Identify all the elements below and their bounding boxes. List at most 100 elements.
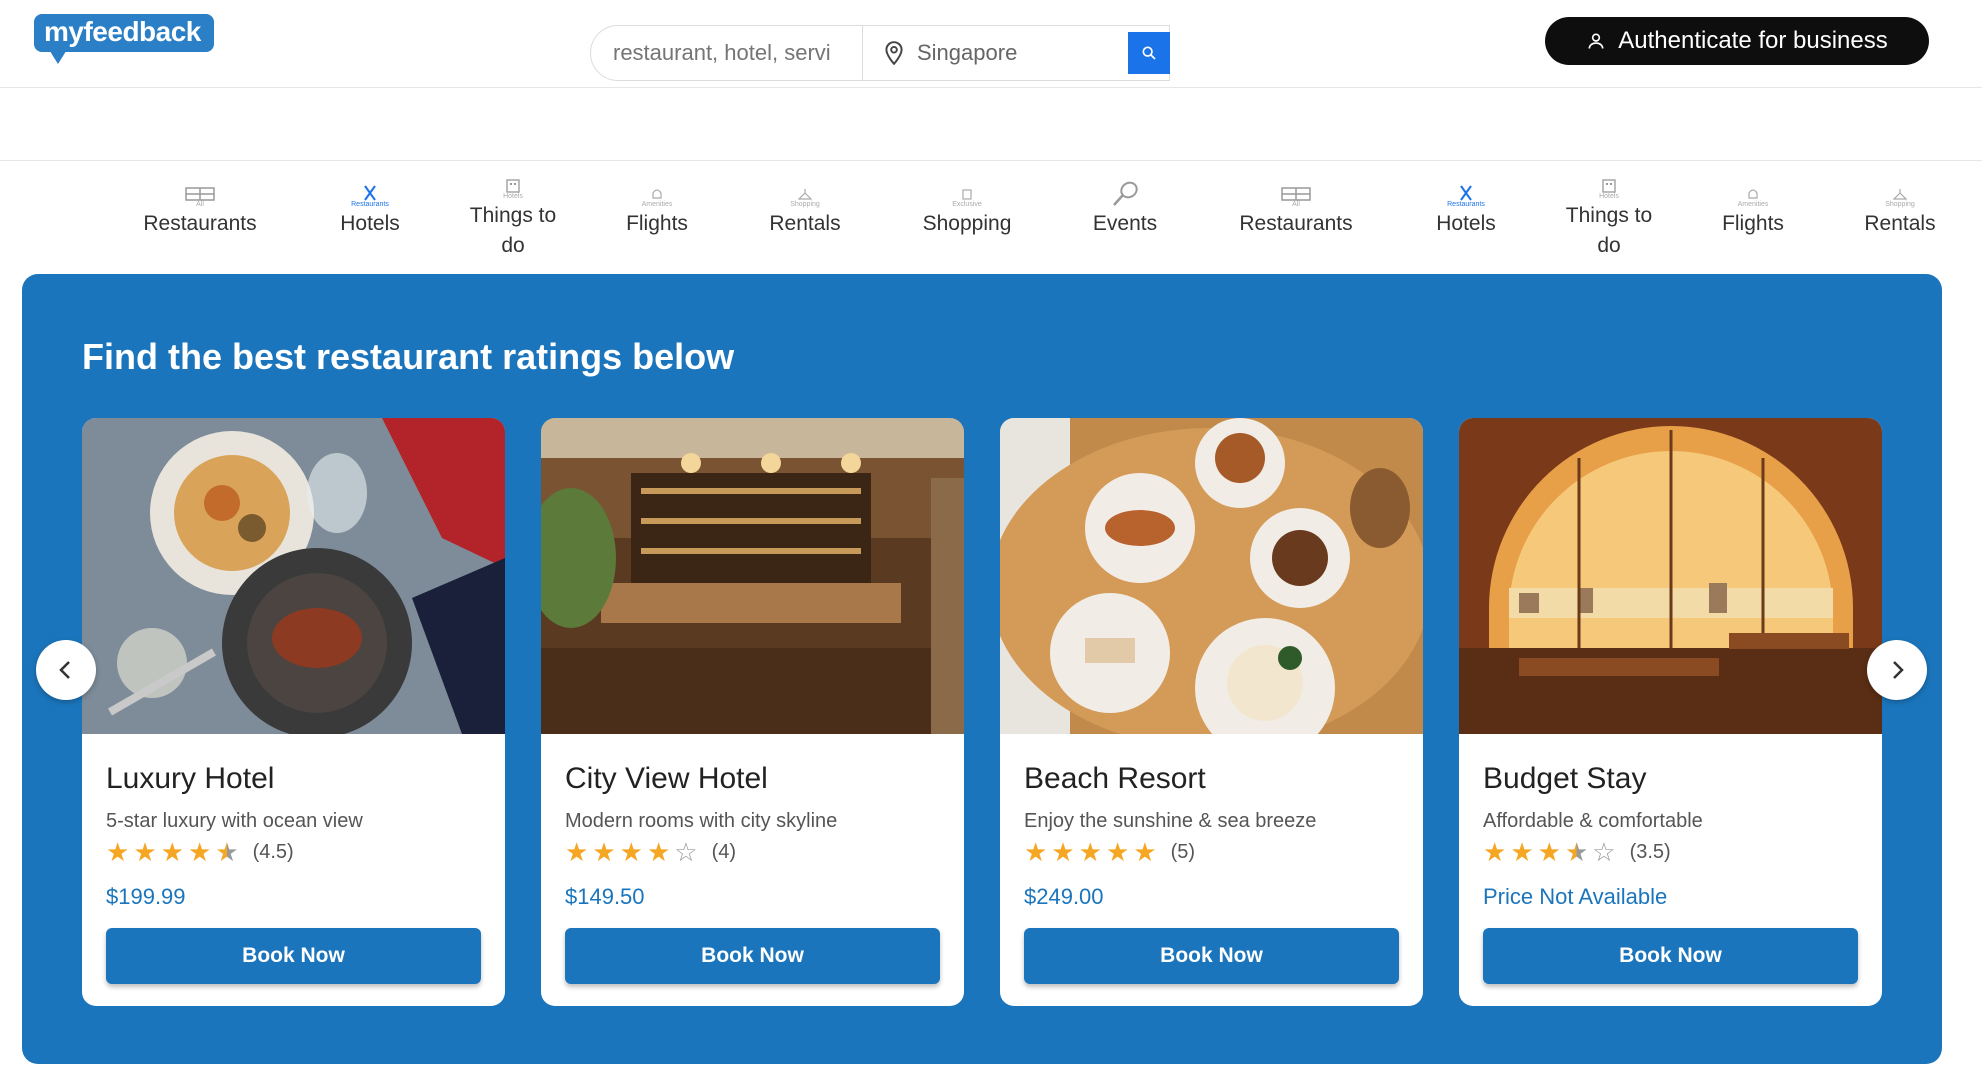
category-tiny-label: Exclusive: [952, 201, 982, 208]
category-tiny-label: All: [196, 201, 204, 208]
rating: ★ ★ ★ ★ ☆ (3.5): [1483, 839, 1671, 865]
bell-icon: [652, 189, 662, 199]
star-full-icon: ★: [106, 837, 130, 867]
category-hotels-2[interactable]: Restaurants Hotels: [1391, 179, 1541, 239]
star-full-icon: ★: [1078, 837, 1102, 867]
utensils-icon: [364, 185, 376, 201]
category-label: Restaurants: [1239, 212, 1353, 235]
listing-name: City View Hotel: [565, 762, 768, 795]
listing-card[interactable]: Luxury Hotel 5-star luxury with ocean vi…: [82, 418, 505, 1006]
rating: ★ ★ ★ ★ ☆ (4): [565, 839, 736, 865]
category-events[interactable]: Events: [1050, 179, 1200, 239]
category-tiny-label: Amenities: [1737, 201, 1769, 208]
category-tiny-label: Hotels: [503, 193, 523, 200]
category-tiny-label: All: [1292, 201, 1300, 208]
star-full-icon: ★: [1537, 837, 1561, 867]
star-full-icon: ★: [1051, 837, 1075, 867]
star-full-icon: ★: [1483, 837, 1507, 867]
building-icon: [1602, 179, 1616, 193]
category-flights-2[interactable]: Amenities Flights: [1678, 179, 1828, 239]
book-now-button[interactable]: Book Now: [106, 928, 481, 984]
search-input[interactable]: [613, 38, 853, 68]
listing-price: Price Not Available: [1483, 884, 1668, 909]
chevron-right-icon: [1893, 661, 1904, 679]
carousel-next-button[interactable]: [1867, 640, 1927, 700]
star-empty-icon: ☆: [674, 837, 698, 867]
window-dining-photo: [1459, 418, 1882, 734]
category-tiny-label: Restaurants: [1447, 201, 1485, 208]
rating-score: (4.5): [252, 840, 294, 863]
star-full-icon: ★: [160, 837, 184, 867]
category-restaurants[interactable]: All Restaurants: [125, 179, 275, 239]
star-full-icon: ★: [592, 837, 616, 867]
listing-description: Modern rooms with city skyline: [565, 810, 838, 832]
shop-icon: [962, 189, 972, 200]
category-tiny-label: Shopping: [1885, 201, 1915, 208]
star-half-icon: ★: [215, 837, 239, 867]
listing-description: 5-star luxury with ocean view: [106, 810, 363, 832]
carousel-prev-button[interactable]: [36, 640, 96, 700]
category-label: Hotels: [340, 212, 400, 235]
category-hotels[interactable]: Restaurants Hotels: [295, 179, 445, 239]
authenticate-business-button[interactable]: Authenticate for business: [1545, 17, 1929, 65]
book-now-button[interactable]: Book Now: [565, 928, 940, 984]
listing-description: Affordable & comfortable: [1483, 810, 1703, 832]
category-label: Flights: [626, 212, 688, 235]
rating-score: (3.5): [1629, 840, 1671, 863]
listing-name: Luxury Hotel: [106, 762, 275, 795]
logo-text: myfeedback: [34, 14, 214, 52]
utensils-icon: [1460, 185, 1472, 201]
table-food-photo: [1000, 418, 1423, 734]
building-icon: [506, 179, 520, 193]
category-flights[interactable]: Amenities Flights: [582, 179, 732, 239]
category-things-to-do-2[interactable]: Hotels Things to do: [1534, 179, 1684, 261]
tennis-racket-icon: [1113, 181, 1138, 206]
category-rentals[interactable]: Shopping Rentals: [730, 179, 880, 239]
star-full-icon: ★: [1105, 837, 1130, 867]
listing-card[interactable]: Budget Stay Affordable & comfortable ★ ★…: [1459, 418, 1882, 1006]
category-tiny-label: Shopping: [790, 201, 820, 208]
bell-icon: [1748, 189, 1758, 199]
listing-card[interactable]: City View Hotel Modern rooms with city s…: [541, 418, 964, 1006]
category-label: Events: [1092, 212, 1158, 235]
star-full-icon: ★: [646, 837, 671, 867]
listing-card[interactable]: Beach Resort Enjoy the sunshine & sea br…: [1000, 418, 1423, 1006]
listing-name: Budget Stay: [1483, 762, 1647, 795]
logo-tail: [48, 48, 68, 64]
rating-score: (4): [711, 840, 737, 863]
section-title: Find the best restaurant ratings below: [82, 336, 735, 377]
user-icon: [1588, 33, 1604, 49]
star-full-icon: ★: [133, 837, 157, 867]
category-restaurants-2[interactable]: All Restaurants: [1221, 179, 1371, 239]
search-button[interactable]: [1128, 32, 1170, 74]
listing-name: Beach Resort: [1024, 762, 1206, 795]
category-things-to-do[interactable]: Hotels Things to do: [438, 179, 588, 261]
category-tiny-label: Hotels: [1599, 193, 1619, 200]
listing-price: $199.99: [106, 884, 186, 909]
logo[interactable]: myfeedback: [34, 14, 214, 64]
search-icon: [1142, 46, 1156, 60]
category-label: Restaurants: [143, 212, 257, 235]
star-full-icon: ★: [619, 837, 643, 867]
location-input[interactable]: [917, 38, 1117, 68]
listing-price: $149.50: [565, 884, 645, 909]
star-full-icon: ★: [1133, 837, 1157, 867]
category-label: Things to do: [469, 204, 557, 257]
authenticate-business-label: Authenticate for business: [1618, 27, 1888, 54]
search-bar: [590, 25, 1170, 81]
category-rentals-2[interactable]: Shopping Rentals: [1825, 179, 1975, 239]
listing-price: $249.00: [1024, 884, 1104, 909]
category-label: Flights: [1722, 212, 1784, 235]
map-pin-icon: [885, 41, 903, 66]
rating: ★ ★ ★ ★ ★ (5): [1024, 839, 1195, 865]
listing-description: Enjoy the sunshine & sea breeze: [1024, 810, 1317, 832]
rating: ★ ★ ★ ★ ★ (4.5): [106, 839, 294, 865]
book-now-button[interactable]: Book Now: [1483, 928, 1858, 984]
grid-icon: [1281, 187, 1311, 201]
category-shopping[interactable]: Exclusive Shopping: [892, 179, 1042, 239]
search-what-field: [591, 26, 863, 80]
category-label: Rentals: [769, 212, 841, 235]
book-now-button[interactable]: Book Now: [1024, 928, 1399, 984]
hanger-icon: [1893, 189, 1907, 200]
star-half-icon: ★: [1564, 837, 1589, 867]
